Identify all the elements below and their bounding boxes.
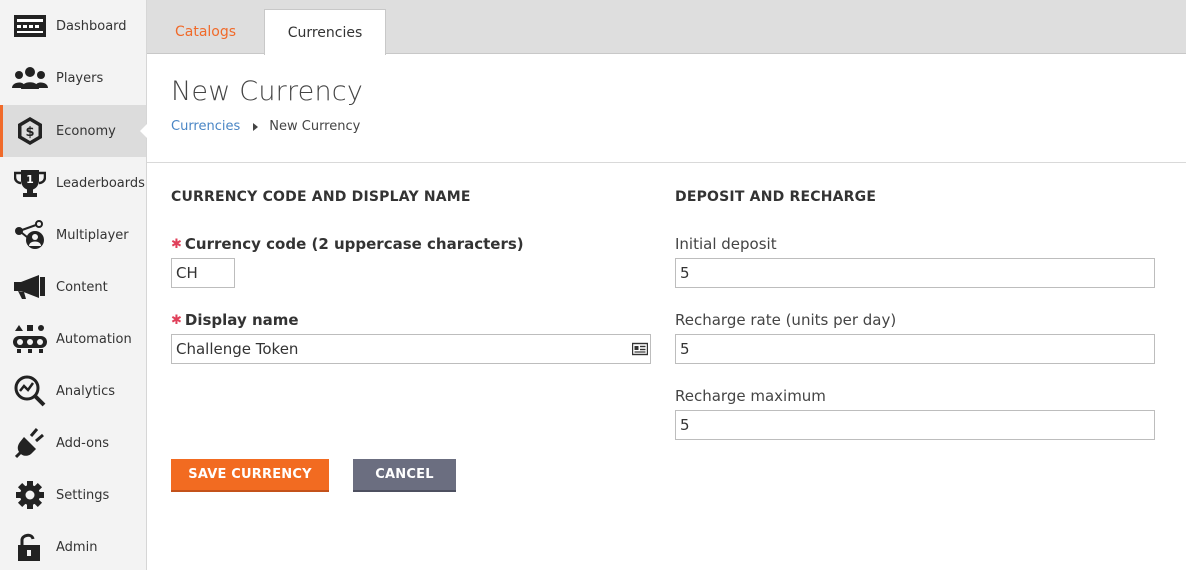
multiplayer-icon <box>12 219 48 251</box>
required-asterisk-icon: ✱ <box>171 237 182 252</box>
breadcrumb-current: New Currency <box>269 119 361 134</box>
recharge-maximum-label: Recharge maximum <box>675 387 826 405</box>
sidebar-item-label: Economy <box>56 123 116 139</box>
sidebar-item-analytics[interactable]: Analytics <box>0 365 146 417</box>
currency-code-value: CH <box>176 264 198 282</box>
initial-deposit-value: 5 <box>680 264 690 282</box>
sidebar-item-label: Multiplayer <box>56 227 129 243</box>
sidebar-item-label: Add-ons <box>56 435 110 451</box>
sidebar-item-label: Players <box>56 70 104 86</box>
sidebar: Dashboard Players $ Economy 1 Leaderboar… <box>0 0 147 570</box>
contact-card-icon[interactable] <box>631 341 649 357</box>
currency-code-label-text: Currency code (2 uppercase characters) <box>184 235 524 253</box>
breadcrumb-link-currencies[interactable]: Currencies <box>171 119 240 134</box>
section-heading-deposit: DEPOSIT AND RECHARGE <box>675 189 877 205</box>
initial-deposit-label: Initial deposit <box>675 235 777 253</box>
display-name-input[interactable]: Challenge Token <box>171 334 651 364</box>
dashboard-icon <box>12 10 48 42</box>
sidebar-item-leaderboards[interactable]: 1 Leaderboards <box>0 157 146 209</box>
svg-text:1: 1 <box>26 173 34 186</box>
tab-bar: Catalogs Currencies <box>147 0 1186 55</box>
economy-icon: $ <box>12 115 48 147</box>
players-icon <box>12 62 48 94</box>
breadcrumb-separator-icon <box>253 122 259 131</box>
cancel-button[interactable]: CANCEL <box>353 459 456 492</box>
recharge-maximum-value: 5 <box>680 416 690 434</box>
breadcrumb: Currencies New Currency <box>171 119 360 134</box>
currency-code-input[interactable]: CH <box>171 258 235 288</box>
save-currency-button[interactable]: SAVE CURRENCY <box>171 459 329 492</box>
sidebar-item-label: Dashboard <box>56 18 127 34</box>
sidebar-item-players[interactable]: Players <box>0 52 146 104</box>
currency-code-label: ✱ Currency code (2 uppercase characters) <box>171 235 524 253</box>
sidebar-item-label: Settings <box>56 487 110 503</box>
sidebar-item-settings[interactable]: Settings <box>0 469 146 521</box>
display-name-label-text: Display name <box>184 311 299 329</box>
tab-catalogs[interactable]: Catalogs <box>147 9 264 55</box>
sidebar-item-label: Analytics <box>56 383 116 399</box>
header-divider <box>147 162 1186 163</box>
sidebar-item-dashboard[interactable]: Dashboard <box>0 0 146 52</box>
sidebar-item-content[interactable]: Content <box>0 261 146 313</box>
plug-icon <box>12 427 48 459</box>
tab-currencies[interactable]: Currencies <box>264 9 386 55</box>
sidebar-item-label: Admin <box>56 539 98 555</box>
recharge-maximum-input[interactable]: 5 <box>675 410 1155 440</box>
sidebar-item-admin[interactable]: Admin <box>0 521 146 570</box>
megaphone-icon <box>12 271 48 303</box>
trophy-icon: 1 <box>12 167 48 199</box>
section-heading-currency: CURRENCY CODE AND DISPLAY NAME <box>171 189 471 205</box>
automation-icon <box>12 323 48 355</box>
initial-deposit-input[interactable]: 5 <box>675 258 1155 288</box>
recharge-rate-value: 5 <box>680 340 690 358</box>
sidebar-item-label: Leaderboards <box>56 175 145 191</box>
sidebar-item-addons[interactable]: Add-ons <box>0 417 146 469</box>
lock-icon <box>12 531 48 563</box>
required-asterisk-icon: ✱ <box>171 313 182 328</box>
sidebar-item-economy[interactable]: $ Economy <box>0 105 147 157</box>
recharge-rate-input[interactable]: 5 <box>675 334 1155 364</box>
display-name-label: ✱ Display name <box>171 311 299 329</box>
sidebar-item-label: Content <box>56 279 108 295</box>
analytics-icon <box>12 375 48 407</box>
page-title: New Currency <box>171 76 363 107</box>
sidebar-item-automation[interactable]: Automation <box>0 313 146 365</box>
sidebar-item-label: Automation <box>56 331 132 347</box>
recharge-rate-label: Recharge rate (units per day) <box>675 311 897 329</box>
display-name-value: Challenge Token <box>176 340 299 358</box>
sidebar-item-multiplayer[interactable]: Multiplayer <box>0 209 146 261</box>
svg-text:$: $ <box>25 125 34 140</box>
gear-icon <box>12 479 48 511</box>
